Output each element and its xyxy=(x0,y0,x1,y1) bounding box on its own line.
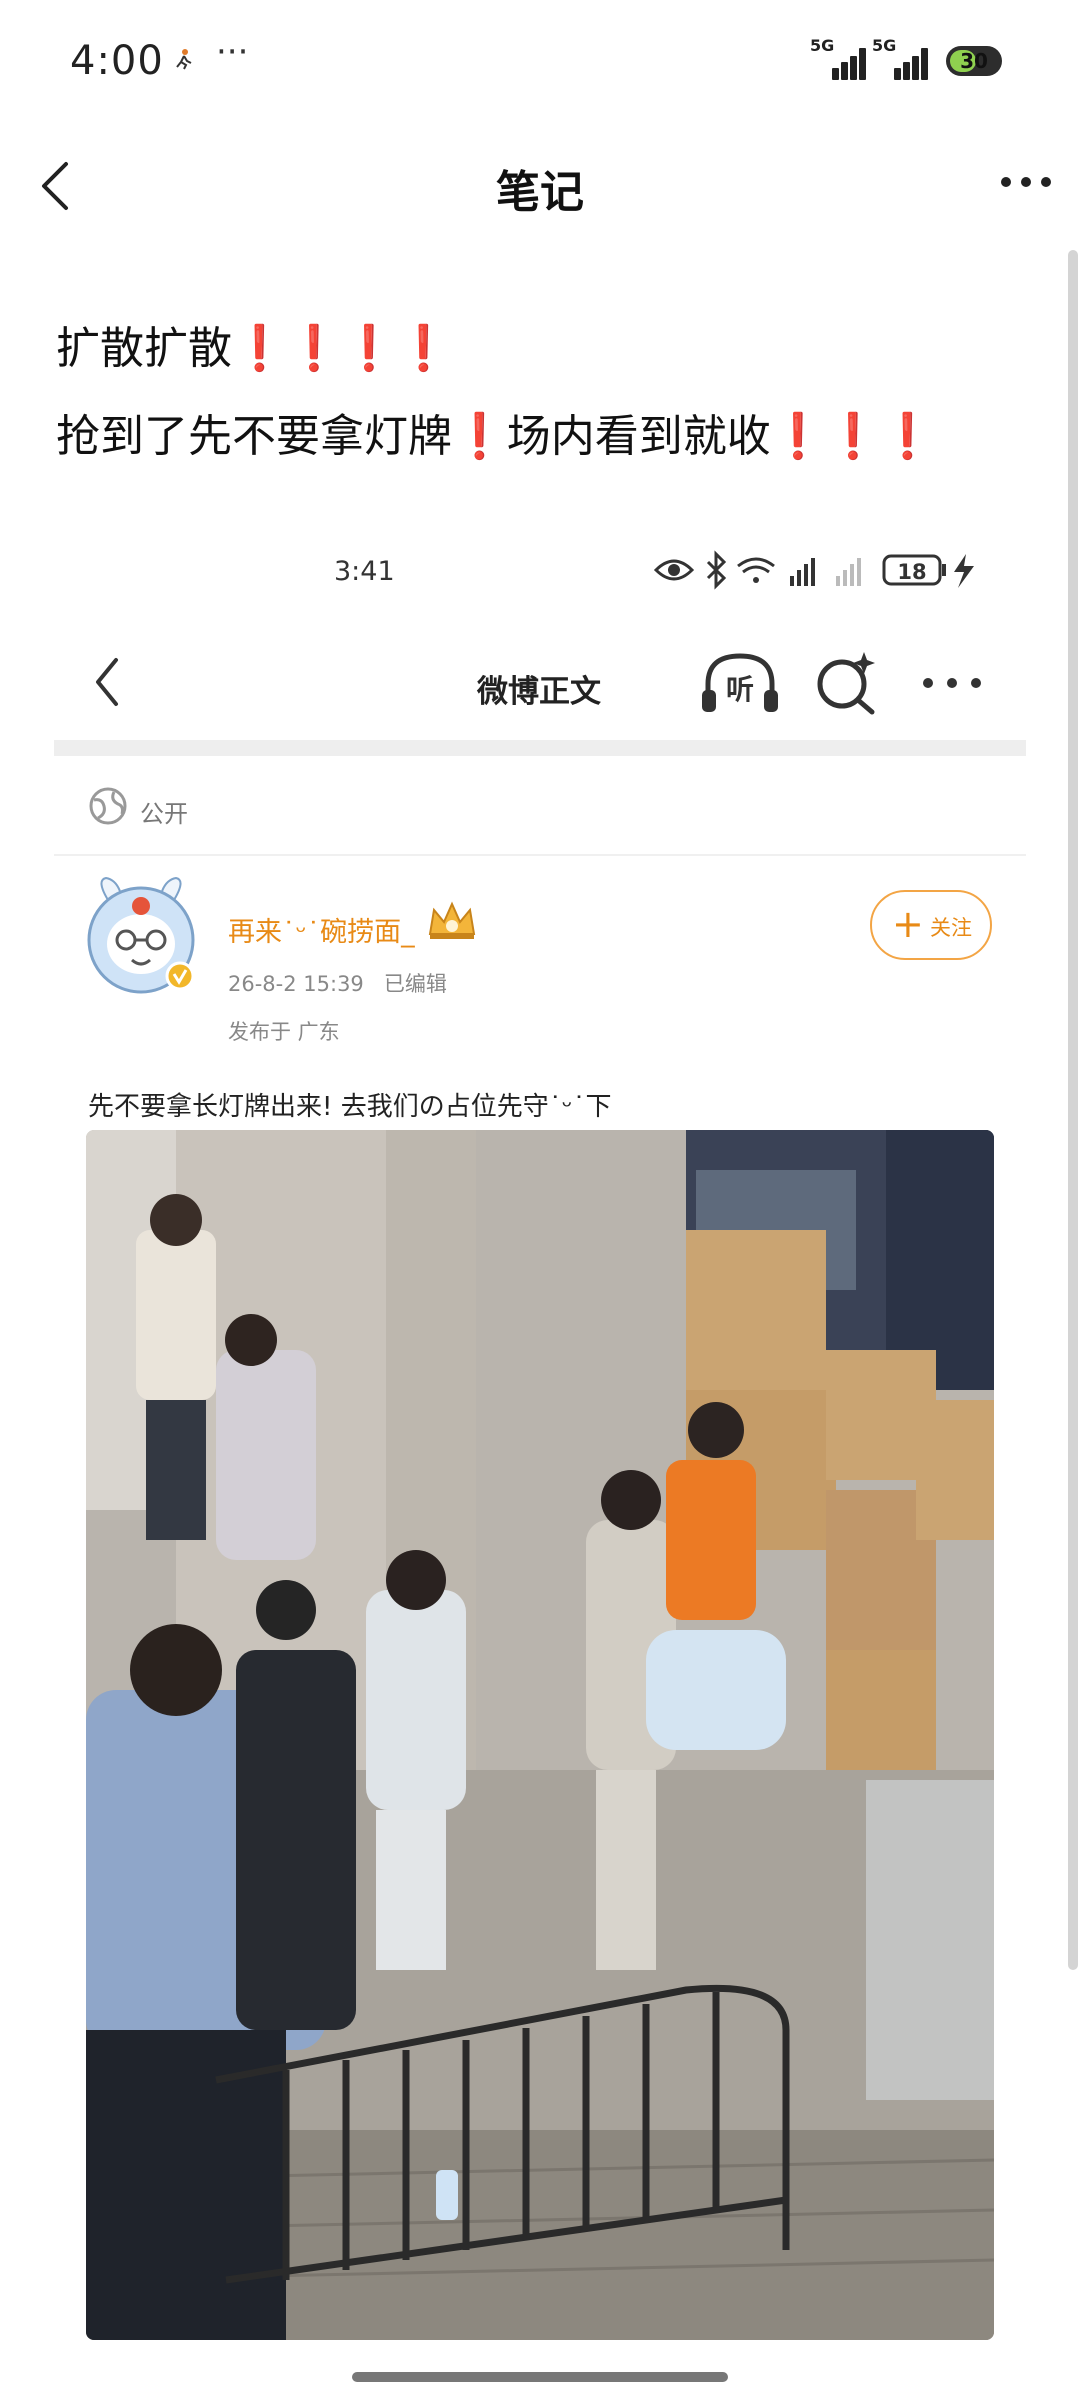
home-indicator[interactable] xyxy=(352,2372,728,2382)
globe-icon xyxy=(89,787,127,825)
embedded-page-title: 微博正文 xyxy=(477,674,601,710)
avatar xyxy=(87,876,195,994)
post-photo xyxy=(86,1130,994,2340)
divider xyxy=(54,854,1026,856)
battery-indicator: 30 xyxy=(946,46,1002,76)
scrollbar[interactable] xyxy=(1068,250,1078,1970)
embedded-battery-level: 18 xyxy=(897,560,927,584)
status-time: 4:00 xyxy=(70,38,164,84)
eye-icon xyxy=(654,559,695,581)
running-person-icon xyxy=(176,49,192,70)
listen-label: 听 xyxy=(725,673,754,706)
plus-icon: + xyxy=(892,902,924,946)
search-icon xyxy=(817,652,875,715)
signal-strength-icon: 5G xyxy=(872,36,932,80)
username: 再来˙ᵕ˙碗捞面_ xyxy=(228,917,415,948)
visibility-label: 公开 xyxy=(140,800,188,828)
post-date: 26-8-2 15:39 已编辑 xyxy=(228,972,447,996)
status-more-indicator: ··· xyxy=(216,32,249,72)
charging-icon xyxy=(954,554,974,588)
follow-button: + 关注 xyxy=(870,890,992,960)
embedded-more-icon xyxy=(923,678,981,688)
bluetooth-icon xyxy=(706,550,727,590)
embedded-status-icons xyxy=(654,550,974,590)
cell-signal-weak-icon xyxy=(836,558,861,586)
wifi-icon xyxy=(737,557,775,583)
embedded-back-icon xyxy=(96,658,118,706)
page-title: 笔记 xyxy=(496,167,584,218)
signal-strength-icon: 5G xyxy=(810,36,870,80)
note-line-2: 抢到了先不要拿灯牌❗场内看到就收❗❗❗ xyxy=(56,411,936,462)
back-icon[interactable] xyxy=(34,158,78,214)
cell-signal-icon xyxy=(790,558,815,586)
embedded-status-time: 3:41 xyxy=(334,556,395,587)
post-location: 发布于 广东 xyxy=(228,1020,340,1044)
crown-badge-icon xyxy=(428,901,476,939)
more-options-icon[interactable] xyxy=(996,162,1056,202)
post-text: 先不要拿长灯牌出来! 去我们の占位先守˙ᵕ˙下 xyxy=(88,1092,612,1122)
note-line-1: 扩散扩散❗❗❗❗ xyxy=(56,323,452,374)
section-divider xyxy=(54,740,1026,756)
